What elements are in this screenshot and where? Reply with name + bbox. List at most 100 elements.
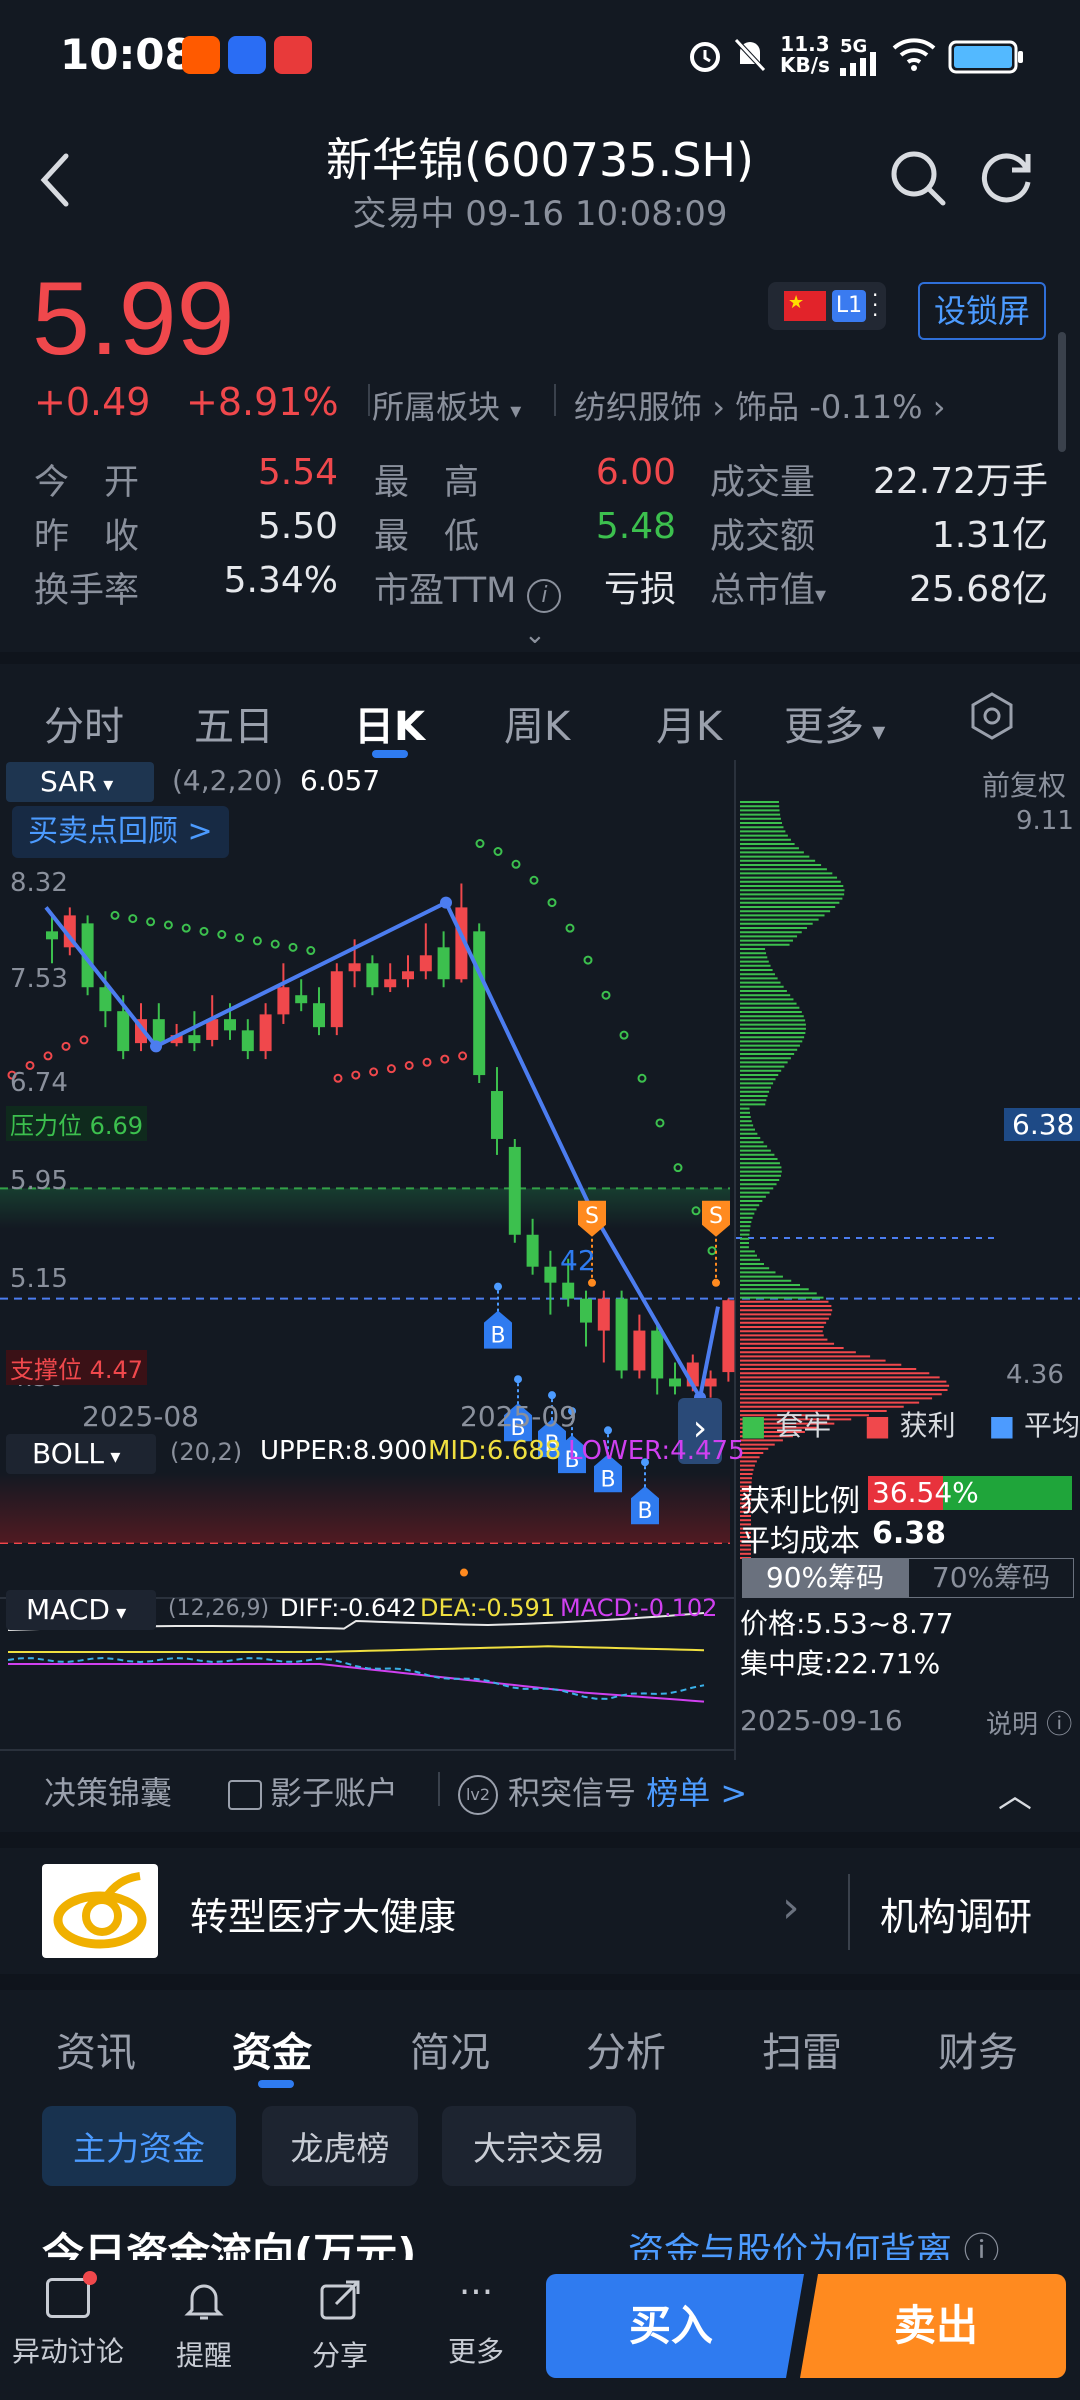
price-change-pct: +8.91% [186, 380, 339, 424]
macd-value: MACD:-0.102 [560, 1594, 718, 1622]
sar-dot [655, 1118, 665, 1128]
refresh-icon[interactable] [978, 148, 1036, 206]
sell-button[interactable]: 卖出 [806, 2274, 1066, 2378]
tab-intraday[interactable]: 分时 [44, 694, 124, 752]
boll-selector[interactable]: BOLL ▾ [6, 1434, 156, 1474]
indicator-selector[interactable]: SAR ▾ [6, 762, 154, 802]
legend-dot: ■ [864, 1409, 891, 1442]
tab-analysis[interactable]: 分析 [586, 2020, 666, 2078]
sar-dot [270, 939, 280, 949]
sar-dot [199, 926, 209, 936]
tool-strategy[interactable]: 决策锦囊 [44, 1768, 172, 1814]
chip-tab-90[interactable]: 90%筹码 [742, 1558, 908, 1598]
candle-body [313, 1003, 325, 1028]
sar-dot [404, 1060, 414, 1070]
mute-bell-icon [732, 36, 768, 74]
chart-settings-icon[interactable] [970, 692, 1014, 740]
discussion-label: 异动讨论 [11, 2335, 124, 2368]
adjust-mode[interactable]: 前复权 [982, 764, 1066, 804]
boll-params: (20,2) [170, 1438, 243, 1466]
search-icon[interactable] [888, 148, 948, 208]
tab-more-label: 更多 [784, 704, 864, 750]
market-cap-dropdown[interactable]: 总市值▾ [710, 562, 826, 613]
net-speed: 11.3 KB/s [780, 34, 830, 76]
sar-dot [181, 923, 191, 933]
back-icon[interactable] [36, 152, 76, 208]
sector-link[interactable]: 纺织服饰 › 饰品 -0.11% › [574, 382, 946, 428]
sell-marker-label: S [585, 1204, 599, 1229]
tab-news[interactable]: 资讯 [56, 2020, 136, 2078]
tab-more[interactable]: 更多 ▾ [784, 694, 885, 752]
boll-mid: MID:6.688 [428, 1436, 562, 1466]
topic-title: 转型医疗大健康 [190, 1895, 457, 1939]
chip-bottom-price: 4.36 [1006, 1360, 1064, 1390]
tab-monthly-k[interactable]: 月K [656, 694, 722, 752]
chip-help[interactable]: 说明 ⓘ [986, 1704, 1072, 1741]
candle-body [117, 1011, 130, 1052]
topic-banner[interactable]: 转型医疗大健康 › 机构调研 [0, 1848, 1080, 1974]
macd-dea: DEA:-0.591 [420, 1594, 556, 1622]
pe-value: 亏损 [603, 569, 676, 610]
low-label: 最 低 [374, 517, 480, 557]
price-change: +0.49 [34, 380, 151, 424]
subtab-dragon-tiger[interactable]: 龙虎榜 [262, 2106, 418, 2186]
sell-marker-label: S [709, 1204, 723, 1229]
more-button[interactable]: ··· 更多 [416, 2275, 536, 2370]
cost-marker: 42 [560, 1244, 596, 1277]
bottom-action-bar: 异动讨论 提醒 分享 ··· 更多 买入 卖出 [0, 2260, 1080, 2400]
tool-ranking-link[interactable]: 榜单 > [646, 1774, 747, 1812]
tab-risk-scan[interactable]: 扫雷 [762, 2020, 842, 2078]
dropdown-icon: ▾ [510, 399, 522, 424]
finance-app-icon [228, 36, 266, 74]
sar-dot [637, 1073, 647, 1083]
indicator-params: (4,2,20) [172, 764, 283, 797]
tool-signal[interactable]: lv2 积突信号 榜单 > [458, 1768, 747, 1815]
tool-shadow-account[interactable]: 影子账户 [228, 1768, 398, 1814]
chip-tab-70[interactable]: 70%筹码 [908, 1558, 1074, 1598]
candle-body [259, 1014, 272, 1052]
pe-label[interactable]: 市盈TTM i [374, 562, 562, 613]
candle-body [597, 1298, 610, 1331]
sell-dot [588, 1278, 596, 1287]
sar-dot [529, 875, 539, 885]
sar-dot [252, 936, 262, 946]
tab-five-day[interactable]: 五日 [194, 694, 274, 752]
sar-dot [440, 1054, 450, 1064]
alert-button[interactable]: 提醒 [144, 2278, 264, 2374]
china-flag-icon: ★ [784, 291, 826, 321]
chip-help-label: 说明 [986, 1710, 1039, 1740]
subtab-block-trade[interactable]: 大宗交易 [442, 2106, 636, 2186]
tab-daily-k[interactable]: 日K [354, 694, 425, 752]
tab-funds[interactable]: 资金 [232, 2020, 312, 2078]
collapse-chevron-icon[interactable]: ︿ [998, 1768, 1032, 1817]
institution-research-link[interactable]: 机构调研 [880, 1886, 1032, 1941]
tab-weekly-k[interactable]: 周K [504, 694, 570, 752]
scrollbar[interactable] [1058, 332, 1066, 452]
share-button[interactable]: 分享 [280, 2278, 400, 2374]
wifi-icon [892, 36, 936, 72]
legend-profit: 获利 [899, 1409, 956, 1442]
high-label: 最 高 [374, 463, 480, 503]
macd-selector[interactable]: MACD ▾ [6, 1590, 156, 1630]
buy-marker-label: B [637, 1499, 652, 1524]
avg-cost-tag: 6.38 [1004, 1108, 1080, 1141]
review-button[interactable]: 买卖点回顾 > [12, 806, 229, 858]
tab-financials[interactable]: 财务 [938, 2020, 1018, 2078]
tab-profile[interactable]: 简况 [410, 2020, 490, 2078]
discussion-button[interactable]: 异动讨论 [0, 2271, 136, 2370]
buy-dot [604, 1426, 612, 1435]
candle-body [669, 1378, 681, 1387]
discussion-icon [46, 2271, 97, 2318]
subtab-main-funds[interactable]: 主力资金 [42, 2106, 236, 2186]
sector-dropdown[interactable]: 所属板块 ▾ [372, 382, 521, 428]
sub-sector: 饰品 -0.11% [735, 388, 923, 426]
y-label: 5.95 [10, 1166, 68, 1196]
buy-button[interactable]: 买入 [546, 2274, 796, 2378]
pressure-zone [0, 1188, 730, 1229]
net-speed-unit: KB/s [780, 53, 830, 77]
prev-close-value: 5.50 [257, 506, 338, 547]
lock-screen-button[interactable]: 设锁屏 [918, 282, 1046, 340]
sar-dot [422, 1057, 432, 1067]
dropdown-icon: ▾ [815, 583, 827, 608]
expand-chevron-icon[interactable]: ⌄ [524, 620, 546, 650]
